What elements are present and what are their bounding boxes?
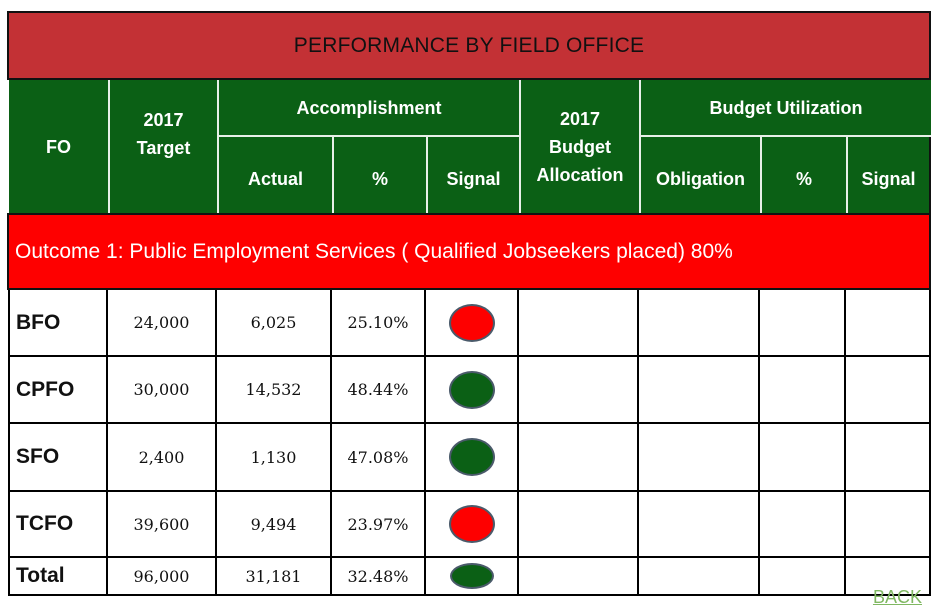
target-value: 2,400 <box>138 447 185 467</box>
cell-signal <box>426 558 519 596</box>
outcome-band: Outcome 1: Public Employment Services ( … <box>7 213 931 290</box>
header-obligation: Obligation <box>639 137 760 213</box>
cell-actual: 14,532 <box>217 357 332 424</box>
header-accomplishment-label: Accomplishment <box>296 97 442 118</box>
cell-pct: 25.10% <box>332 290 426 357</box>
fo-value: SFO <box>16 445 60 468</box>
actual-value: 1,130 <box>250 447 297 467</box>
cell-allocation <box>519 290 639 357</box>
target-value: 30,000 <box>133 380 190 399</box>
fo-value: Total <box>16 564 65 587</box>
fo-value: CPFO <box>16 377 75 401</box>
cell-fo: SFO <box>8 424 108 492</box>
target-value: 96,000 <box>133 566 190 586</box>
actual-value: 6,025 <box>250 313 297 332</box>
cell-allocation <box>519 558 639 596</box>
header-bu-signal-label: Signal <box>861 169 916 189</box>
actual-value: 31,181 <box>245 566 302 586</box>
header-bu-pct-label: % <box>795 169 812 189</box>
actual-value: 9,494 <box>250 514 297 534</box>
header-signal: Signal <box>426 137 519 213</box>
cell-obligation <box>639 290 760 357</box>
cell-signal <box>426 424 519 492</box>
header-signal-label: Signal <box>446 169 501 189</box>
header-pct: % <box>332 137 426 213</box>
cell-obligation <box>639 424 760 492</box>
header-obligation-label: Obligation <box>656 169 745 189</box>
cell-signal <box>426 357 519 424</box>
cell-fo: Total <box>8 558 108 596</box>
cell-pct: 23.97% <box>332 492 426 558</box>
actual-value: 14,532 <box>245 380 302 399</box>
cell-allocation <box>519 492 639 558</box>
cell-obligation <box>639 357 760 424</box>
cell-bu-signal <box>846 424 931 492</box>
header-budget-utilization: Budget Utilization <box>639 80 931 137</box>
header-actual: Actual <box>217 137 332 213</box>
header-budget-utilization-label: Budget Utilization <box>709 97 863 118</box>
cell-target: 30,000 <box>108 357 217 424</box>
outcome-label: Outcome 1: Public Employment Services ( … <box>15 239 733 263</box>
cell-target: 39,600 <box>108 492 217 558</box>
header-target-label: 2017 Target <box>136 110 191 158</box>
cell-target: 2,400 <box>108 424 217 492</box>
pct-value: 25.10% <box>347 313 409 332</box>
cell-bu-signal <box>846 492 931 558</box>
header-pct-label: % <box>371 169 388 189</box>
signal-green-icon <box>448 438 495 476</box>
title-band: PERFORMANCE BY FIELD OFFICE <box>7 11 931 80</box>
cell-signal <box>426 492 519 558</box>
target-value: 24,000 <box>133 313 190 332</box>
cell-target: 96,000 <box>108 558 217 596</box>
signal-green-icon <box>449 563 494 589</box>
page-title: PERFORMANCE BY FIELD OFFICE <box>293 33 645 57</box>
signal-green-icon <box>448 370 495 409</box>
cell-allocation <box>519 424 639 492</box>
cell-obligation <box>639 492 760 558</box>
pct-value: 48.44% <box>347 380 409 399</box>
header-target: 2017 Target <box>108 80 217 213</box>
cell-bu-pct <box>760 424 846 492</box>
target-value: 39,600 <box>133 514 190 534</box>
signal-red-icon <box>448 303 495 342</box>
cell-actual: 31,181 <box>217 558 332 596</box>
header-accomplishment: Accomplishment <box>217 80 519 137</box>
header-budget-allocation-label: 2017 Budget Allocation <box>536 108 624 185</box>
cell-bu-pct <box>760 357 846 424</box>
cell-allocation <box>519 357 639 424</box>
cell-target: 24,000 <box>108 290 217 357</box>
cell-pct: 32.48% <box>332 558 426 596</box>
cell-bu-pct <box>760 290 846 357</box>
header-fo: FO <box>9 80 108 213</box>
pct-value: 23.97% <box>347 514 409 534</box>
cell-fo: CPFO <box>8 357 108 424</box>
cell-fo: BFO <box>8 290 108 357</box>
cell-pct: 48.44% <box>332 357 426 424</box>
cell-actual: 9,494 <box>217 492 332 558</box>
header-fo-label: FO <box>46 136 71 157</box>
cell-pct: 47.08% <box>332 424 426 492</box>
back-link[interactable]: BACK <box>873 587 922 608</box>
cell-bu-signal <box>846 357 931 424</box>
cell-fo: TCFO <box>8 492 108 558</box>
pct-value: 32.48% <box>347 566 409 586</box>
pct-value: 47.08% <box>347 447 409 467</box>
cell-bu-signal <box>846 290 931 357</box>
cell-bu-pct <box>760 492 846 558</box>
signal-red-icon <box>448 505 495 543</box>
fo-value: TCFO <box>16 512 74 535</box>
header-bu-pct: % <box>760 137 846 213</box>
cell-obligation <box>639 558 760 596</box>
header-budget-allocation: 2017 Budget Allocation <box>519 80 639 213</box>
cell-actual: 1,130 <box>217 424 332 492</box>
fo-value: BFO <box>16 310 61 334</box>
header-bu-signal: Signal <box>846 137 931 213</box>
cell-actual: 6,025 <box>217 290 332 357</box>
cell-bu-pct <box>760 558 846 596</box>
header-actual-label: Actual <box>247 169 303 189</box>
cell-signal <box>426 290 519 357</box>
